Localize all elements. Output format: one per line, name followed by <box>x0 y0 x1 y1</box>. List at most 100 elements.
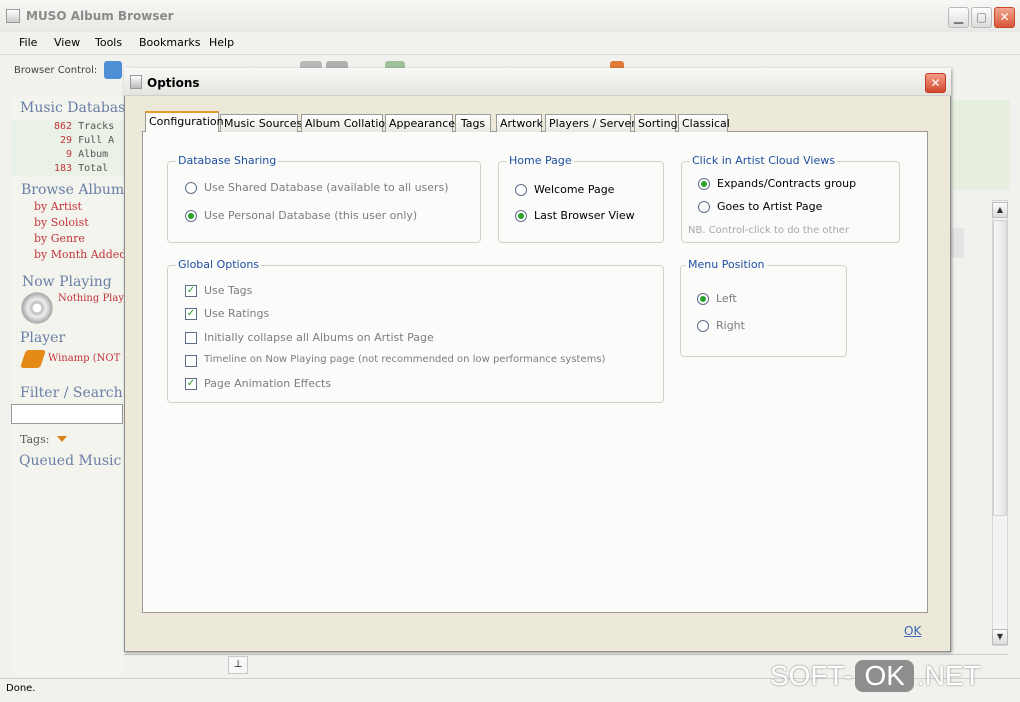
ok-button[interactable]: OK <box>904 624 921 638</box>
stat-line: 9 Album <box>54 149 108 160</box>
tab-artwork[interactable]: Artwork <box>496 114 543 132</box>
scroll-down-icon[interactable]: ▼ <box>992 629 1008 645</box>
browse-by-genre-link[interactable]: by Genre <box>34 232 85 245</box>
options-dialog-title-bar <box>124 68 951 96</box>
goes-to-artist-radio[interactable] <box>698 201 710 213</box>
dialog-icon <box>130 75 142 89</box>
menu-help[interactable]: Help <box>209 36 234 49</box>
right-panel-block <box>950 228 964 258</box>
use-tags-checkbox[interactable]: ✓ <box>185 285 197 297</box>
collapse-albums-checkbox[interactable] <box>185 332 197 344</box>
page-animation-checkbox[interactable]: ✓ <box>185 378 197 390</box>
stat-line: 29 Full A <box>54 135 114 146</box>
sidebar: Music Database 862 Tracks 29 Full A 9 Al… <box>12 96 124 676</box>
player-heading: Player <box>20 330 66 346</box>
home-page-group <box>498 161 664 243</box>
menu-bookmarks[interactable]: Bookmarks <box>139 36 200 49</box>
watermark: SOFT- OK .NET <box>770 660 981 696</box>
winamp-player-text[interactable]: Winamp (NOT C <box>48 353 124 364</box>
queued-music-heading[interactable]: Queued Music <box>19 453 121 469</box>
browse-albums-heading[interactable]: Browse Albums <box>21 182 124 198</box>
menu-position-group <box>680 265 847 357</box>
winamp-icon <box>20 350 46 368</box>
stat-line: 183 Total <box>54 163 108 174</box>
browse-by-soloist-link[interactable]: by Soloist <box>34 216 89 229</box>
tab-configuration[interactable]: Configuration <box>145 111 224 132</box>
menu-left-label[interactable]: Left <box>716 292 737 305</box>
page-animation-label[interactable]: Page Animation Effects <box>204 377 331 390</box>
expands-contracts-label[interactable]: Expands/Contracts group <box>717 177 856 190</box>
app-title: MUSO Album Browser <box>26 9 174 23</box>
home-page-legend: Home Page <box>507 154 574 167</box>
watermark-text-ok: OK <box>855 660 914 692</box>
tab-appearance[interactable]: Appearance <box>385 114 455 132</box>
menu-bar: File View Tools Bookmarks Help <box>0 32 1020 54</box>
collapse-albums-label[interactable]: Initially collapse all Albums on Artist … <box>204 331 434 344</box>
timeline-checkbox[interactable] <box>185 355 197 367</box>
watermark-text-right: .NET <box>916 660 981 691</box>
toolbar-label: Browser Control: <box>14 65 98 76</box>
now-playing-heading: Now Playing <box>22 274 112 290</box>
stat-line: 862 Tracks <box>54 121 114 132</box>
stat-text: Total <box>72 163 109 174</box>
menu-right-label[interactable]: Right <box>716 319 745 332</box>
artist-cloud-legend: Click in Artist Cloud Views <box>690 154 837 167</box>
stat-text: Tracks <box>72 121 115 132</box>
options-dialog-title: Options <box>147 76 200 90</box>
back-icon[interactable] <box>104 61 122 79</box>
pin-icon[interactable]: ⊥ <box>228 656 248 674</box>
stat-text: Full A <box>72 135 115 146</box>
timeline-label[interactable]: Timeline on Now Playing page (not recomm… <box>204 354 605 365</box>
menu-file[interactable]: File <box>19 36 37 49</box>
tab-music-sources[interactable]: Music Sources <box>220 114 302 132</box>
dialog-close-button[interactable]: ✕ <box>925 73 946 93</box>
control-click-note: NB. Control-click to do the other <box>688 225 850 236</box>
status-text: Done. <box>6 683 36 694</box>
shared-database-label[interactable]: Use Shared Database (available to all us… <box>204 181 449 194</box>
use-tags-label[interactable]: Use Tags <box>204 284 252 297</box>
menu-right-radio[interactable] <box>697 320 709 332</box>
database-sharing-legend: Database Sharing <box>176 154 279 167</box>
filter-search-heading: Filter / Search <box>20 385 123 401</box>
minimize-button[interactable]: ▁ <box>948 7 969 28</box>
scroll-thumb[interactable] <box>993 220 1007 516</box>
last-browser-view-radio[interactable] <box>515 210 527 222</box>
tags-dropdown-icon[interactable] <box>57 436 67 442</box>
personal-database-radio[interactable] <box>185 210 197 222</box>
cd-icon <box>21 292 53 324</box>
use-ratings-label[interactable]: Use Ratings <box>204 307 269 320</box>
scroll-up-icon[interactable]: ▲ <box>992 202 1008 218</box>
app-icon <box>6 9 20 23</box>
database-sharing-group <box>167 161 481 243</box>
tab-players-server[interactable]: Players / Server <box>545 114 636 132</box>
right-panel-band <box>950 100 1010 190</box>
tags-label[interactable]: Tags: <box>20 433 49 446</box>
tab-classical[interactable]: Classical <box>678 114 730 132</box>
last-browser-view-label[interactable]: Last Browser View <box>534 209 635 222</box>
browse-by-month-link[interactable]: by Month Added <box>34 248 124 261</box>
tab-sorting[interactable]: Sorting <box>634 114 678 132</box>
browse-by-artist-link[interactable]: by Artist <box>34 200 82 213</box>
filter-search-input[interactable] <box>11 404 123 424</box>
use-ratings-checkbox[interactable]: ✓ <box>185 308 197 320</box>
menu-position-legend: Menu Position <box>686 258 767 271</box>
maximize-button[interactable]: ▢ <box>971 7 992 28</box>
welcome-page-radio[interactable] <box>515 184 527 196</box>
window-close-button[interactable]: ✕ <box>994 7 1015 28</box>
menu-tools[interactable]: Tools <box>95 36 122 49</box>
expands-contracts-radio[interactable] <box>698 178 710 190</box>
shared-database-radio[interactable] <box>185 182 197 194</box>
menu-view[interactable]: View <box>54 36 80 49</box>
global-options-legend: Global Options <box>176 258 262 271</box>
stat-text: Album <box>72 149 109 160</box>
goes-to-artist-label[interactable]: Goes to Artist Page <box>717 200 822 213</box>
welcome-page-label[interactable]: Welcome Page <box>534 183 614 196</box>
stat-number: 9 <box>54 149 73 160</box>
menu-left-radio[interactable] <box>697 293 709 305</box>
stat-number: 29 <box>54 135 73 146</box>
personal-database-label[interactable]: Use Personal Database (this user only) <box>204 209 417 222</box>
tab-album-collation[interactable]: Album Collation <box>301 114 392 132</box>
stat-number: 183 <box>54 163 73 174</box>
tab-tags[interactable]: Tags <box>455 114 491 132</box>
music-database-heading[interactable]: Music Database <box>20 100 124 116</box>
